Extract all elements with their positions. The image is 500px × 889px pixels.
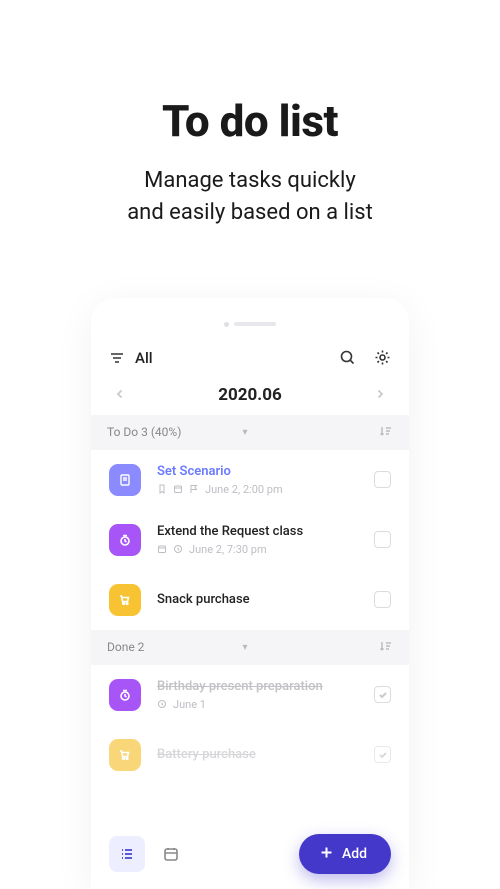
search-icon[interactable]	[339, 349, 356, 366]
task-meta: June 2, 2:00 pm	[157, 483, 358, 496]
sort-icon[interactable]	[379, 639, 393, 656]
task-row[interactable]: Extend the Request class June 2, 7:30 pm	[91, 510, 409, 570]
calendar-icon	[157, 544, 167, 554]
drag-indicator	[91, 298, 409, 337]
task-title: Battery purchase	[157, 747, 358, 762]
clock-small-icon	[157, 699, 167, 709]
hero-section: To do list Manage tasks quickly and easi…	[127, 0, 373, 229]
task-title: Birthday present preparation	[157, 679, 358, 694]
task-title: Extend the Request class	[157, 524, 358, 539]
prev-month-icon[interactable]	[115, 387, 125, 403]
task-checkbox[interactable]	[374, 531, 391, 548]
cart-icon	[109, 739, 141, 771]
list-view-button[interactable]	[109, 836, 145, 872]
sort-icon[interactable]	[379, 424, 393, 441]
clock-icon	[109, 524, 141, 556]
document-icon	[109, 464, 141, 496]
filter-label[interactable]: All	[135, 349, 339, 367]
task-meta: June 2, 7:30 pm	[157, 543, 358, 556]
section-header-done[interactable]: Done 2 ▾	[91, 630, 409, 665]
section-done-label: Done 2	[107, 640, 238, 654]
task-checkbox[interactable]	[374, 471, 391, 488]
cart-icon	[109, 584, 141, 616]
section-todo-label: To Do 3 (40%)	[107, 425, 238, 439]
gear-icon[interactable]	[374, 349, 391, 366]
month-navigator: 2020.06	[91, 375, 409, 415]
clock-small-icon	[173, 544, 183, 554]
filter-icon[interactable]	[109, 350, 125, 366]
flag-icon	[189, 484, 199, 494]
next-month-icon[interactable]	[375, 387, 385, 403]
task-checkbox[interactable]	[374, 591, 391, 608]
hero-title: To do list	[127, 95, 373, 147]
month-label: 2020.06	[218, 385, 281, 405]
toolbar: All	[91, 337, 409, 375]
task-row[interactable]: Battery purchase	[91, 725, 409, 785]
hero-subtitle: Manage tasks quickly and easily based on…	[127, 165, 373, 229]
calendar-view-button[interactable]	[153, 836, 189, 872]
task-checkbox[interactable]	[374, 686, 391, 703]
task-title: Snack purchase	[157, 592, 358, 607]
task-checkbox[interactable]	[374, 746, 391, 763]
task-row[interactable]: Birthday present preparation June 1	[91, 665, 409, 725]
phone-frame: All 2020.06 To Do 3 (40%) ▾	[91, 298, 409, 889]
chevron-down-icon: ▾	[242, 642, 247, 653]
clock-icon	[109, 679, 141, 711]
task-row[interactable]: Snack purchase	[91, 570, 409, 630]
task-title: Set Scenario	[157, 464, 358, 479]
calendar-icon	[173, 484, 183, 494]
add-button[interactable]: Add	[299, 834, 391, 874]
add-label: Add	[342, 846, 367, 862]
plus-icon	[319, 845, 334, 864]
section-header-todo[interactable]: To Do 3 (40%) ▾	[91, 415, 409, 450]
task-meta: June 1	[157, 698, 358, 711]
task-row[interactable]: Set Scenario June 2, 2:00 pm	[91, 450, 409, 510]
bookmark-icon	[157, 484, 167, 494]
bottom-bar: Add	[91, 819, 409, 889]
chevron-down-icon: ▾	[242, 427, 247, 438]
